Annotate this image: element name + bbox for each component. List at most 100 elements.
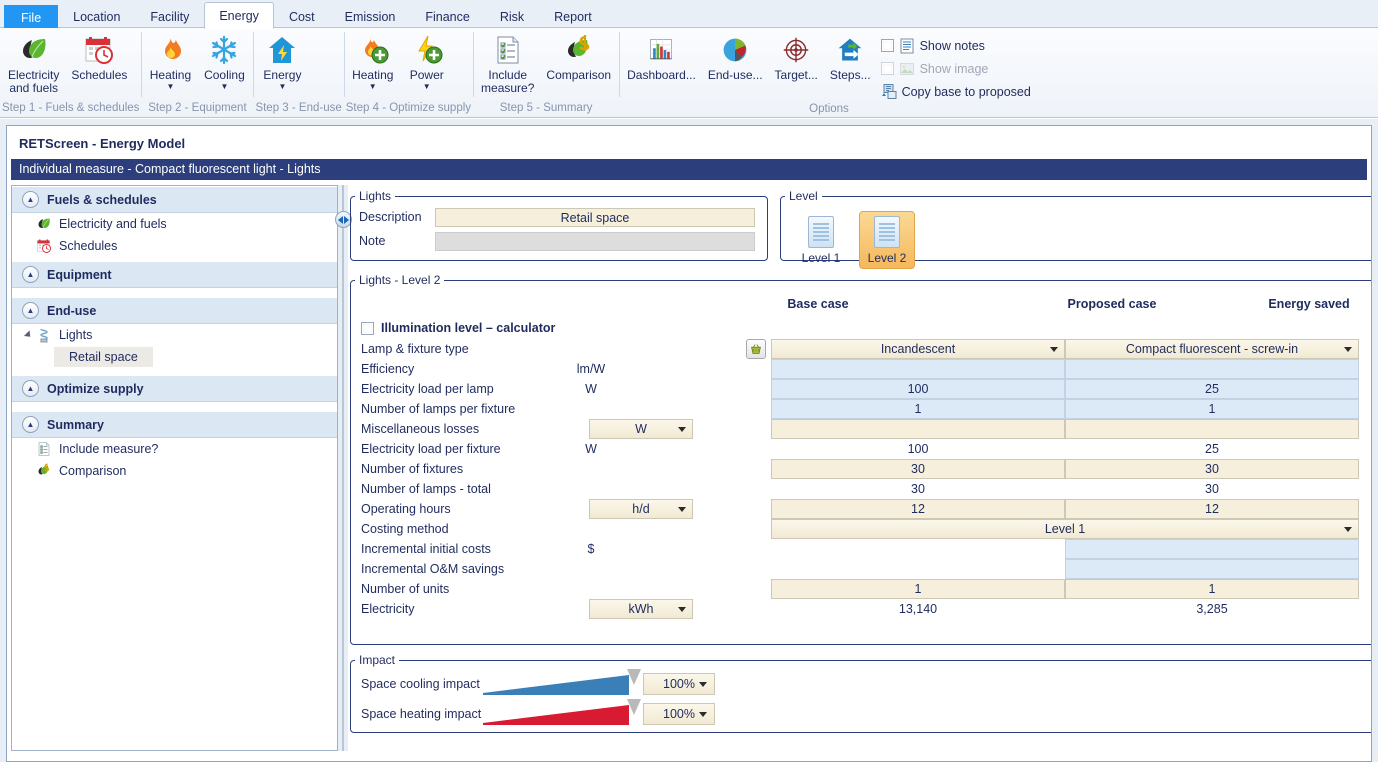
energy-saved-header: Energy saved (1268, 297, 1350, 311)
sidebar-section-end-use[interactable]: ▲ End-use (12, 297, 337, 324)
impact-slider[interactable] (483, 699, 641, 727)
base-case-cell[interactable]: 100 (771, 379, 1065, 399)
sidebar-splitter[interactable] (335, 185, 352, 751)
ribbon-tab-emission[interactable]: Emission (330, 4, 411, 29)
leaf-oil-icon (36, 216, 52, 232)
ribbon-option-show-notes[interactable]: Show notes (880, 35, 1031, 56)
impact-percent-dropdown[interactable]: 100% (643, 703, 715, 725)
ribbon-button-power[interactable]: Power ▼ (400, 31, 454, 91)
sidebar-item-comparison[interactable]: Comparison (12, 460, 337, 482)
ribbon-button-heating[interactable]: Heating ▼ (143, 31, 197, 91)
base-case-cell[interactable]: 12 (771, 499, 1065, 519)
base-case-cell[interactable]: 1 (771, 399, 1065, 419)
unit-dropdown[interactable]: kWh (589, 599, 693, 619)
ribbon-button-comparison[interactable]: Comparison (540, 31, 617, 82)
illumination-calculator-checkbox[interactable] (361, 321, 374, 335)
checkbox[interactable] (880, 39, 894, 52)
ribbon-button-cooling[interactable]: Cooling ▼ (197, 31, 251, 91)
base-case-cell[interactable] (771, 359, 1065, 379)
proposed-case-cell[interactable]: 1 (1065, 579, 1359, 599)
ribbon-tab-energy[interactable]: Energy (204, 2, 274, 29)
ribbon-tab-location[interactable]: Location (58, 4, 135, 29)
chevron-down-icon[interactable]: ▼ (220, 83, 228, 91)
chevron-down-icon[interactable]: ▼ (423, 83, 431, 91)
sidebar-selected-item[interactable]: Retail space (54, 347, 153, 367)
proposed-case-cell[interactable]: 30 (1065, 459, 1359, 479)
ribbon-button-target[interactable]: Target... (769, 31, 824, 82)
proposed-case-cell[interactable]: 12 (1065, 499, 1359, 519)
ribbon-option-show-image[interactable]: Show image (880, 58, 1031, 79)
chevron-down-icon[interactable] (678, 607, 686, 612)
chevron-up-icon[interactable]: ▲ (22, 302, 39, 319)
illumination-calculator-row[interactable]: Illumination level – calculator (351, 317, 1371, 339)
ribbon-button-steps[interactable]: Steps... (824, 31, 877, 82)
proposed-case-cell[interactable] (1065, 359, 1359, 379)
base-case-cell[interactable]: Incandescent (771, 339, 1065, 359)
ribbon-button-electricity-and-fuels[interactable]: Electricity and fuels (2, 31, 65, 95)
chevron-up-icon[interactable]: ▲ (22, 416, 39, 433)
ribbon-option-copy-base-to-proposed[interactable]: Copy base to proposed (881, 81, 1031, 102)
note-input[interactable] (435, 231, 755, 251)
costing-method-dropdown[interactable]: Level 1 (771, 519, 1359, 539)
chevron-down-icon[interactable] (699, 712, 707, 717)
ribbon-tab-file[interactable]: File (4, 5, 59, 29)
chevron-down-icon[interactable]: ▼ (369, 83, 377, 91)
chevron-down-icon[interactable] (1344, 527, 1352, 532)
base-case-cell[interactable]: 30 (771, 459, 1065, 479)
chevron-down-icon[interactable]: ▼ (278, 83, 286, 91)
chevron-up-icon[interactable]: ▲ (22, 380, 39, 397)
ribbon-tab-risk[interactable]: Risk (485, 4, 539, 29)
ribbon-button-schedules[interactable]: Schedules (65, 31, 133, 82)
ribbon-tab-facility[interactable]: Facility (135, 4, 204, 29)
ribbon-button-heating[interactable]: Heating ▼ (346, 31, 400, 91)
ribbon-button-include-measure[interactable]: Include measure? (475, 31, 540, 95)
base-case-cell[interactable]: 1 (771, 579, 1065, 599)
unit-dropdown[interactable]: h/d (589, 499, 693, 519)
proposed-case-cell[interactable] (1065, 539, 1359, 559)
description-input[interactable]: Retail space (435, 207, 755, 227)
chevron-down-icon[interactable] (678, 507, 686, 512)
sidebar-section-optimize-supply[interactable]: ▲ Optimize supply (12, 375, 337, 402)
ribbon-tab-finance[interactable]: Finance (410, 4, 484, 29)
proposed-case-cell[interactable] (1065, 559, 1359, 579)
expander-triangle-icon[interactable] (23, 330, 34, 340)
chevron-down-icon[interactable] (699, 682, 707, 687)
chevron-down-icon[interactable] (1344, 347, 1352, 352)
sidebar-item-lights[interactable]: Lights (12, 324, 337, 346)
ribbon-button-energy[interactable]: Energy ▼ (255, 31, 309, 91)
table-row: Number of fixtures 30 30 (351, 459, 1371, 479)
base-case-cell[interactable] (771, 419, 1065, 439)
navigation-sidebar[interactable]: ▲ Fuels & schedules Electricity and fuels S… (11, 185, 338, 751)
unit-dropdown-value: kWh (628, 602, 654, 616)
impact-slider[interactable] (483, 669, 641, 697)
checkbox[interactable] (880, 62, 894, 75)
sidebar-section-empty (12, 402, 337, 411)
chevron-down-icon[interactable]: ▼ (166, 83, 174, 91)
sidebar-section-equipment[interactable]: ▲ Equipment (12, 261, 337, 288)
sidebar-item-electricity-and-fuels[interactable]: Electricity and fuels (12, 213, 337, 235)
ribbon-button-label: Electricity and fuels (8, 68, 60, 95)
sidebar-item-include-measure[interactable]: Include measure? (12, 438, 337, 460)
ribbon-tab-report[interactable]: Report (539, 4, 607, 29)
proposed-case-cell[interactable]: 1 (1065, 399, 1359, 419)
chevron-down-icon[interactable] (678, 427, 686, 432)
slider-thumb[interactable] (627, 669, 641, 685)
chevron-up-icon[interactable]: ▲ (22, 266, 39, 283)
sidebar-section-fuels-schedules[interactable]: ▲ Fuels & schedules (12, 186, 337, 213)
proposed-case-cell[interactable] (1065, 419, 1359, 439)
ribbon-button-end-use[interactable]: End-use... (702, 31, 769, 82)
chevron-down-icon[interactable] (1050, 347, 1058, 352)
ribbon-tab-cost[interactable]: Cost (274, 4, 330, 29)
basket-icon-button[interactable] (746, 339, 766, 359)
ribbon-button-dashboard[interactable]: Dashboard... (621, 31, 702, 82)
level-button-2[interactable]: Level 2 (859, 211, 915, 269)
proposed-case-cell[interactable]: Compact fluorescent - screw-in (1065, 339, 1359, 359)
sidebar-item-schedules[interactable]: Schedules (12, 235, 337, 257)
sidebar-section-summary[interactable]: ▲ Summary (12, 411, 337, 438)
unit-dropdown[interactable]: W (589, 419, 693, 439)
chevron-up-icon[interactable]: ▲ (22, 191, 39, 208)
impact-percent-dropdown[interactable]: 100% (643, 673, 715, 695)
level-button-1[interactable]: Level 1 (793, 211, 849, 269)
slider-thumb[interactable] (627, 699, 641, 715)
proposed-case-cell[interactable]: 25 (1065, 379, 1359, 399)
